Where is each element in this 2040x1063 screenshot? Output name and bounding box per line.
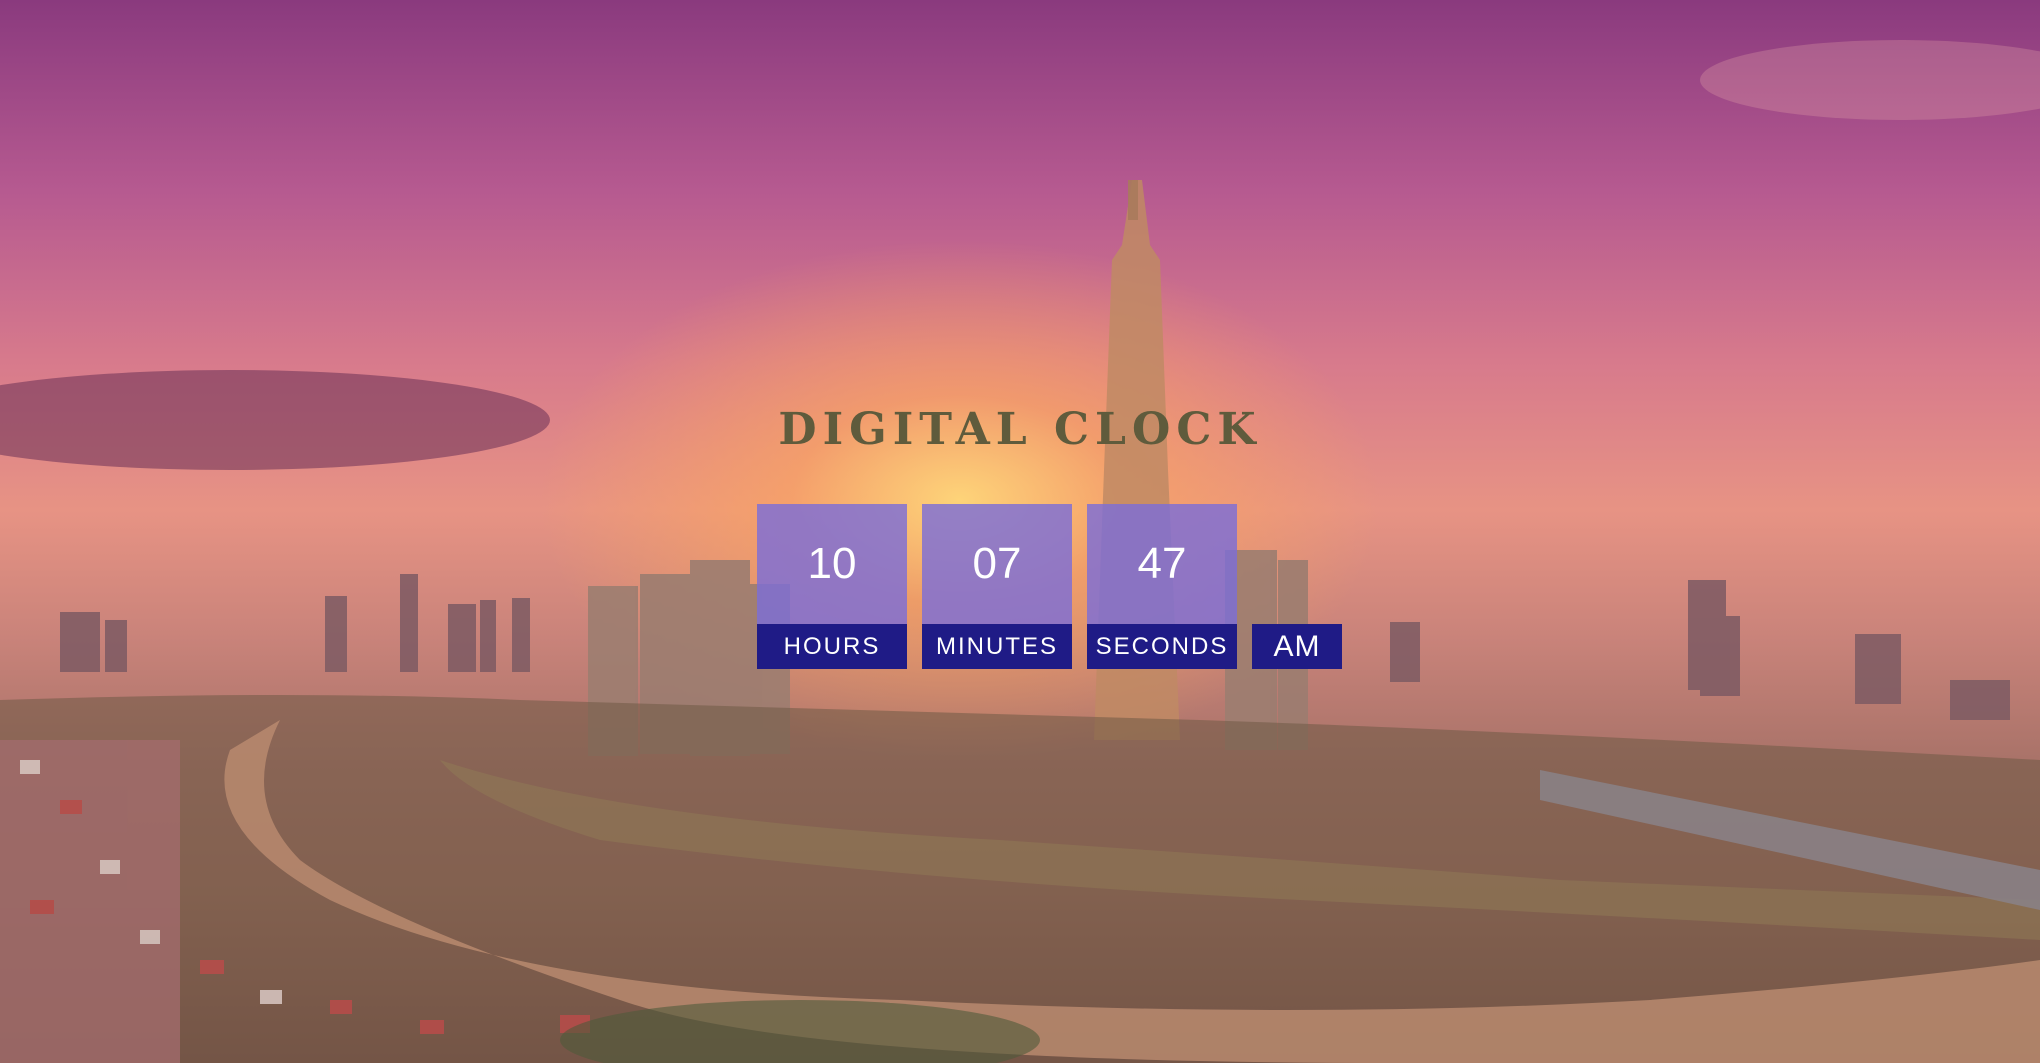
seconds-label: SECONDS [1087,624,1237,669]
hours-tile: 10 HOURS [757,504,907,669]
seconds-value: 47 [1087,504,1237,624]
hours-label: HOURS [757,624,907,669]
hours-value: 10 [757,504,907,624]
seconds-tile: 47 SECONDS [1087,504,1237,669]
am-pm-indicator: AM [1252,624,1342,669]
minutes-value: 07 [922,504,1072,624]
page-title: DIGITAL CLOCK [778,404,1262,455]
minutes-label: MINUTES [922,624,1072,669]
minutes-tile: 07 MINUTES [922,504,1072,669]
